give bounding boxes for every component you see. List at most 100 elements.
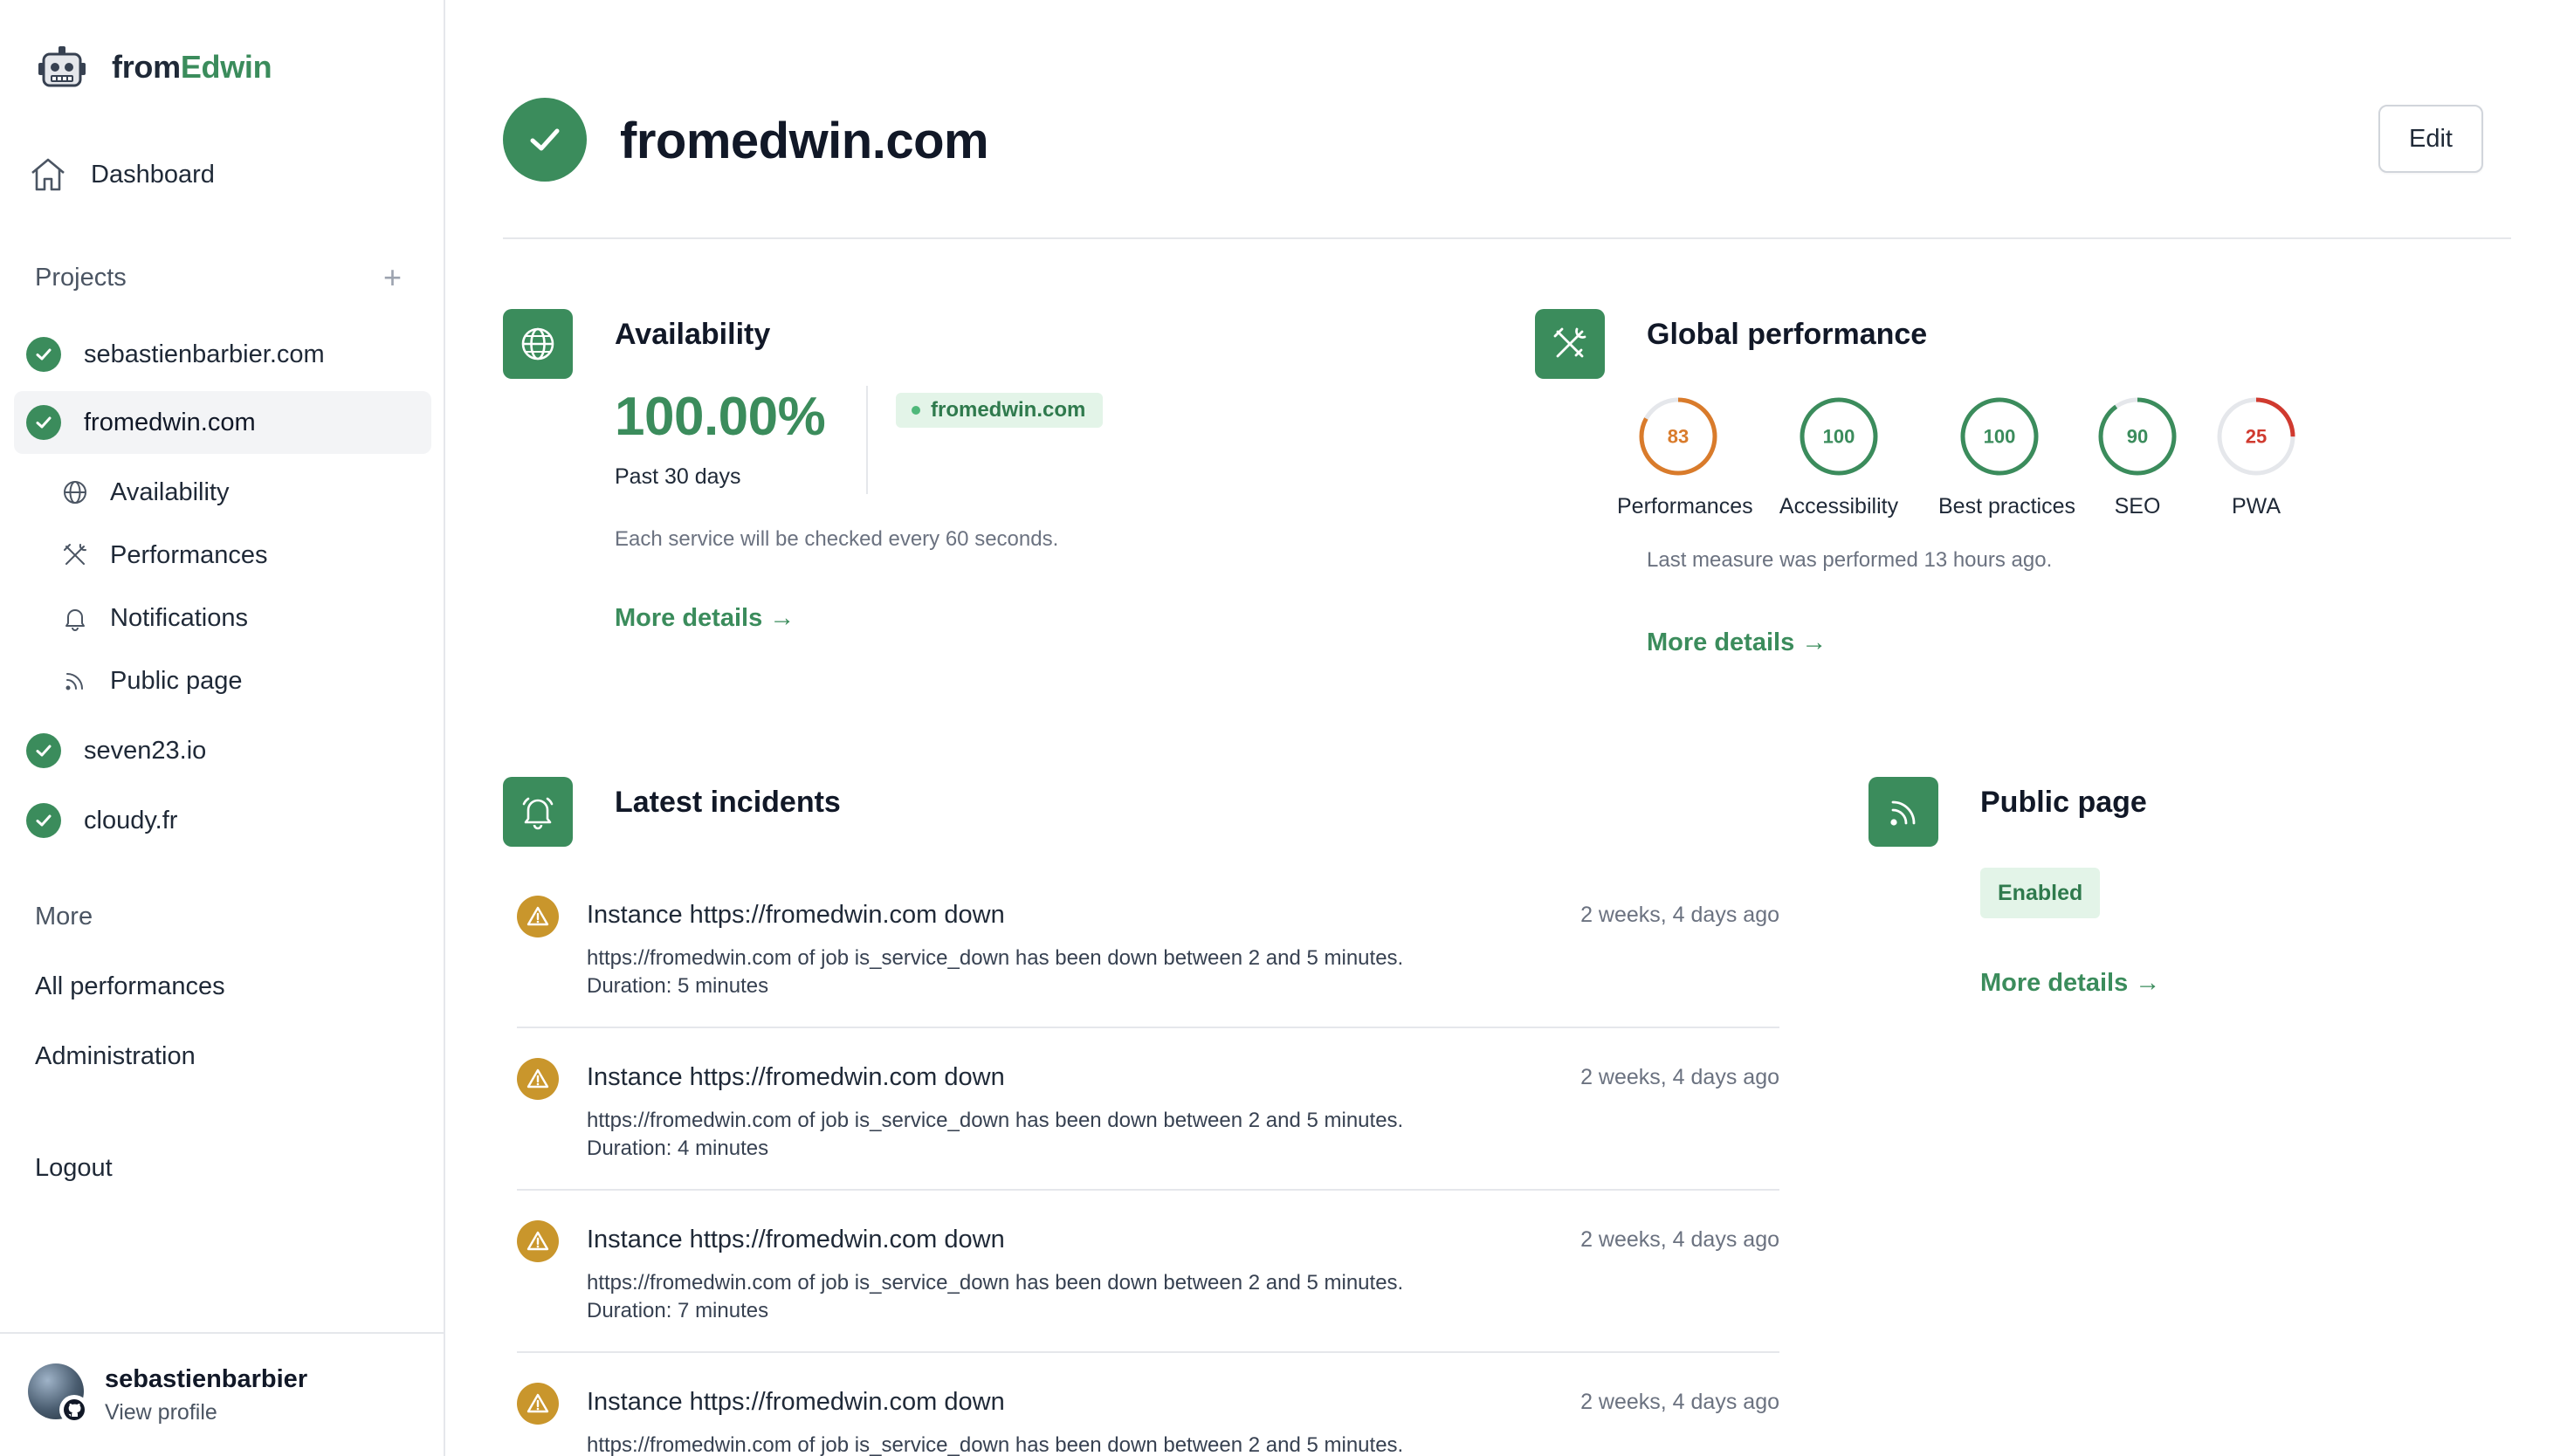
score-value: 100 bbox=[1984, 426, 2016, 448]
sidebar-subitem-performances[interactable]: Performances bbox=[61, 531, 268, 580]
incident-time: 2 weeks, 4 days ago bbox=[1580, 903, 1779, 927]
score-value: 83 bbox=[1668, 426, 1689, 448]
sidebar-project-fromedwin[interactable]: fromedwin.com bbox=[14, 391, 431, 454]
tools-icon bbox=[1535, 309, 1605, 379]
incident-description: https://fromedwin.com of job is_service_… bbox=[587, 1433, 1404, 1456]
service-badge[interactable]: fromedwin.com bbox=[896, 393, 1104, 428]
sidebar-item-label: Dashboard bbox=[91, 160, 215, 189]
incident-time: 2 weeks, 4 days ago bbox=[1580, 1227, 1779, 1252]
availability-title: Availability bbox=[615, 318, 771, 351]
availability-percentage: 100.00% bbox=[615, 387, 826, 447]
score-label: SEO bbox=[2114, 494, 2161, 519]
sidebar-subitem-notifications[interactable]: Notifications bbox=[61, 594, 248, 642]
subitem-label: Public page bbox=[110, 666, 243, 695]
warning-icon bbox=[517, 1220, 559, 1262]
status-check-icon bbox=[503, 98, 587, 182]
availability-note: Each service will be checked every 60 se… bbox=[615, 527, 1059, 551]
warning-icon bbox=[517, 1058, 559, 1100]
header-divider bbox=[503, 237, 2511, 239]
warning-icon bbox=[517, 896, 559, 937]
check-icon bbox=[26, 405, 61, 440]
divider bbox=[866, 386, 868, 494]
performance-title: Global performance bbox=[1647, 318, 1928, 351]
project-label: fromedwin.com bbox=[84, 408, 256, 436]
rss-icon bbox=[1868, 777, 1938, 847]
main-content: fromedwin.com Edit Availability 100.00% … bbox=[447, 0, 2567, 1456]
brand[interactable]: fromEdwin bbox=[37, 42, 272, 93]
availability-period: Past 30 days bbox=[615, 464, 741, 489]
github-icon bbox=[59, 1395, 89, 1425]
incident-duration: Duration: 4 minutes bbox=[587, 1137, 769, 1160]
page-title: fromedwin.com bbox=[620, 113, 989, 169]
check-icon bbox=[26, 337, 61, 372]
score-label: PWA bbox=[2231, 494, 2281, 519]
incident-title: Instance https://fromedwin.com down bbox=[587, 1388, 1005, 1416]
project-label: cloudy.fr bbox=[84, 806, 178, 834]
performance-more-details-link[interactable]: More details → bbox=[1647, 628, 1827, 657]
divider bbox=[517, 1351, 1779, 1353]
check-icon bbox=[26, 803, 61, 838]
administration-link[interactable]: Administration bbox=[35, 1042, 196, 1071]
projects-header: Projects + bbox=[35, 262, 402, 293]
subitem-label: Notifications bbox=[110, 603, 248, 632]
score-label: Accessibility bbox=[1779, 494, 1899, 519]
incident-description: https://fromedwin.com of job is_service_… bbox=[587, 1109, 1404, 1132]
subitem-label: Availability bbox=[110, 477, 230, 506]
score-value: 25 bbox=[2246, 426, 2267, 448]
incident-title: Instance https://fromedwin.com down bbox=[587, 901, 1005, 929]
user-profile[interactable]: sebastienbarbier View profile bbox=[0, 1332, 444, 1456]
score-value: 90 bbox=[2127, 426, 2148, 448]
divider bbox=[517, 1027, 1779, 1028]
divider bbox=[517, 1189, 1779, 1191]
logout-link[interactable]: Logout bbox=[35, 1154, 113, 1183]
incident-duration: Duration: 5 minutes bbox=[587, 974, 769, 998]
warning-icon bbox=[517, 1383, 559, 1425]
incident-description: https://fromedwin.com of job is_service_… bbox=[587, 946, 1404, 970]
score-label: Best practices bbox=[1938, 494, 2076, 519]
sidebar-subitem-public-page[interactable]: Public page bbox=[61, 656, 243, 705]
score-gauge-pwa[interactable]: 25 PWA bbox=[2195, 396, 2317, 519]
sidebar: fromEdwin Dashboard Projects + sebastien… bbox=[0, 0, 445, 1456]
globe-icon bbox=[64, 481, 86, 504]
tools-icon bbox=[64, 544, 86, 565]
score-gauge-best-practices[interactable]: 100 Best practices bbox=[1938, 396, 2076, 519]
add-project-button[interactable]: + bbox=[383, 262, 402, 293]
all-performances-link[interactable]: All performances bbox=[35, 972, 225, 1001]
sidebar-item-dashboard[interactable]: Dashboard bbox=[28, 150, 215, 199]
incident-duration: Duration: 7 minutes bbox=[587, 1299, 769, 1322]
status-dot bbox=[912, 406, 920, 415]
check-icon bbox=[26, 733, 61, 768]
subitem-label: Performances bbox=[110, 540, 268, 569]
score-gauge-seo[interactable]: 90 SEO bbox=[2076, 396, 2199, 519]
sidebar-project-seven23[interactable]: seven23.io bbox=[14, 719, 431, 782]
edit-button[interactable]: Edit bbox=[2378, 105, 2483, 173]
bell-icon bbox=[65, 609, 85, 631]
rss-icon bbox=[65, 673, 83, 690]
profile-name: sebastienbarbier bbox=[105, 1365, 308, 1393]
more-heading: More bbox=[35, 903, 93, 931]
brand-name-prefix: from bbox=[112, 49, 181, 85]
availability-more-details-link[interactable]: More details → bbox=[615, 604, 795, 633]
project-label: seven23.io bbox=[84, 736, 207, 765]
globe-icon bbox=[503, 309, 573, 379]
project-label: sebastienbarbier.com bbox=[84, 340, 325, 368]
score-gauge-accessibility[interactable]: 100 Accessibility bbox=[1778, 396, 1900, 519]
sidebar-subitem-availability[interactable]: Availability bbox=[61, 468, 229, 517]
sidebar-project-sebastienbarbier[interactable]: sebastienbarbier.com bbox=[14, 323, 431, 386]
incident-description: https://fromedwin.com of job is_service_… bbox=[587, 1271, 1404, 1295]
incident-time: 2 weeks, 4 days ago bbox=[1580, 1065, 1779, 1089]
brand-name-accent: Edwin bbox=[180, 49, 272, 85]
score-label: Performances bbox=[1617, 494, 1753, 519]
view-profile-link[interactable]: View profile bbox=[105, 1400, 217, 1425]
performance-note: Last measure was performed 13 hours ago. bbox=[1647, 548, 2053, 572]
incident-time: 2 weeks, 4 days ago bbox=[1580, 1390, 1779, 1414]
status-badge: Enabled bbox=[1980, 868, 2101, 918]
sidebar-project-cloudy[interactable]: cloudy.fr bbox=[14, 789, 431, 852]
home-icon bbox=[31, 158, 65, 191]
brand-name: fromEdwin bbox=[112, 49, 272, 86]
public-page-title: Public page bbox=[1980, 786, 2147, 819]
incidents-title: Latest incidents bbox=[615, 786, 841, 819]
bell-icon bbox=[503, 777, 573, 847]
score-gauge-performances[interactable]: 83 Performances bbox=[1617, 396, 1753, 519]
public-page-more-details-link[interactable]: More details → bbox=[1980, 969, 2160, 998]
